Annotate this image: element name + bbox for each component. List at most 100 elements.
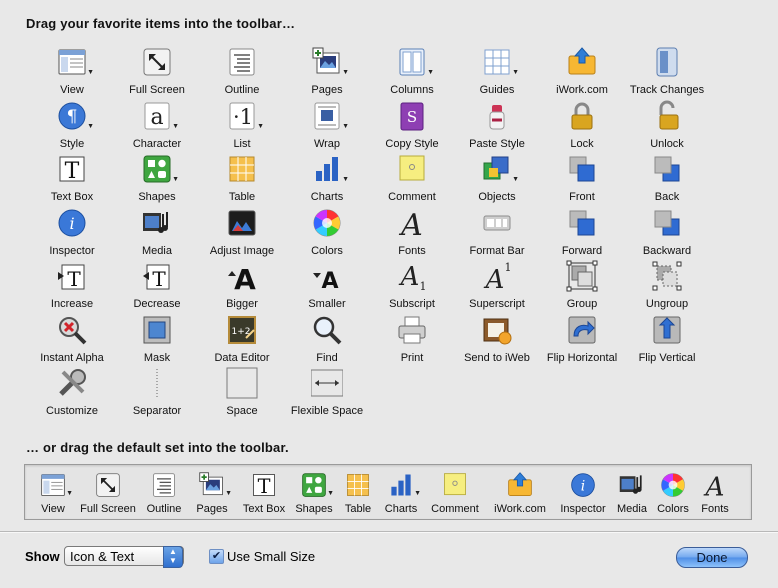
toolbar-item-label: Full Screen bbox=[129, 84, 185, 96]
toolbar-item-label: Objects bbox=[478, 191, 516, 203]
toolbar-item-pages[interactable]: ▼ Pages bbox=[182, 471, 242, 515]
table-icon bbox=[344, 471, 372, 499]
toolbar-item-colors[interactable]: Colors bbox=[285, 207, 369, 259]
default-toolbar-set[interactable]: ▼ View Full Screen Outline ▼ Pages T Text Box ▼ S… bbox=[24, 464, 752, 520]
toolbar-item-group[interactable]: Group bbox=[540, 260, 624, 312]
toolbar-item-format-bar[interactable]: Format Bar bbox=[455, 207, 539, 259]
toolbar-item-list[interactable]: ·1 ▼ List bbox=[200, 100, 284, 152]
done-button[interactable]: Done bbox=[676, 547, 748, 568]
toolbar-item-view[interactable]: ▼ View bbox=[30, 46, 114, 98]
toolbar-item-flexible-space[interactable]: Flexible Space bbox=[285, 367, 369, 419]
toolbar-item-comment[interactable]: Comment bbox=[370, 153, 454, 205]
svg-text:A: A bbox=[398, 208, 423, 239]
toolbar-item-label: Customize bbox=[46, 405, 98, 417]
toolbar-item-decrease[interactable]: T Decrease bbox=[115, 260, 199, 312]
toolbar-item-send-to-iweb[interactable]: Send to iWeb bbox=[455, 314, 539, 366]
toolbar-item-superscript[interactable]: A 1 Superscript bbox=[455, 260, 539, 312]
toolbar-item-charts[interactable]: ▼ Charts bbox=[371, 471, 431, 515]
toolbar-item-track-changes[interactable]: Track Changes bbox=[625, 46, 709, 98]
toolbar-item-subscript[interactable]: A 1 Subscript bbox=[370, 260, 454, 312]
toolbar-item-guides[interactable]: ▼ Guides bbox=[455, 46, 539, 98]
menu-arrow-icon: ▼ bbox=[512, 176, 519, 183]
toolbar-item-paste-style[interactable]: Paste Style bbox=[455, 100, 539, 152]
toolbar-item-label: Wrap bbox=[313, 137, 341, 150]
toolbar-item-iwork-com[interactable]: iWork.com bbox=[490, 471, 550, 515]
toolbar-item-comment[interactable]: Comment bbox=[425, 471, 485, 515]
toolbar-item-smaller[interactable]: A Smaller bbox=[285, 260, 369, 312]
toolbar-item-outline[interactable]: Outline bbox=[200, 46, 284, 98]
colors-icon bbox=[659, 471, 687, 499]
toolbar-item-bigger[interactable]: A Bigger bbox=[200, 260, 284, 312]
shapes-icon: ▼ bbox=[300, 471, 334, 499]
toolbar-item-adjust-image[interactable]: Adjust Image bbox=[200, 207, 284, 259]
toolbar-item-full-screen[interactable]: Full Screen bbox=[115, 46, 199, 98]
toolbar-item-style[interactable]: ¶ ▼ Style bbox=[30, 100, 114, 152]
toolbar-item-print[interactable]: Print bbox=[370, 314, 454, 366]
toolbar-item-label: Instant Alpha bbox=[40, 351, 104, 364]
toolbar-item-objects[interactable]: ▼ Objects bbox=[455, 153, 539, 205]
toolbar-item-pages[interactable]: ▼ Pages bbox=[285, 46, 369, 98]
toolbar-item-text-box[interactable]: T Text Box bbox=[30, 153, 114, 205]
toolbar-item-view[interactable]: ▼ View bbox=[23, 471, 83, 515]
toolbar-item-ungroup[interactable]: Ungroup bbox=[625, 260, 709, 312]
toolbar-item-backward[interactable]: Backward bbox=[625, 207, 709, 259]
toolbar-item-mask[interactable]: Mask bbox=[115, 314, 199, 366]
toolbar-item-label: Flip Horizontal bbox=[546, 351, 618, 364]
use-small-size-label[interactable]: Use Small Size bbox=[227, 549, 315, 564]
toolbar-item-label: View bbox=[60, 84, 84, 96]
toolbar-item-label: Copy Style bbox=[385, 137, 439, 150]
use-small-size-checkbox[interactable]: ✔ bbox=[209, 549, 224, 564]
toolbar-item-columns[interactable]: ▼ Columns bbox=[370, 46, 454, 98]
comment-icon bbox=[441, 471, 469, 499]
divider-highlight bbox=[0, 532, 778, 533]
toolbar-item-label: Pages bbox=[311, 84, 343, 96]
toolbar-item-fonts[interactable]: A Fonts bbox=[685, 471, 745, 516]
toolbar-item-character[interactable]: a ▼ Character bbox=[115, 100, 199, 152]
toolbar-item-data-editor[interactable]: 1+2 Data Editor bbox=[200, 314, 284, 366]
toolbar-item-iwork-com[interactable]: iWork.com bbox=[540, 46, 624, 98]
toolbar-item-forward[interactable]: Forward bbox=[540, 207, 624, 259]
toolbar-item-find[interactable]: Find bbox=[285, 314, 369, 366]
toolbar-item-label: List bbox=[233, 137, 251, 150]
toolbar-item-space[interactable]: Space bbox=[200, 367, 284, 419]
toolbar-item-lock[interactable]: Lock bbox=[540, 100, 624, 152]
menu-arrow-icon: ▼ bbox=[87, 69, 94, 76]
increase-icon: T bbox=[56, 260, 88, 292]
toolbar-item-label: Flexible Space bbox=[290, 405, 364, 417]
toolbar-item-charts[interactable]: ▼ Charts bbox=[285, 153, 369, 205]
toolbar-item-label: Table bbox=[228, 191, 256, 203]
toolbar-item-copy-style[interactable]: S Copy Style bbox=[370, 100, 454, 152]
fonts-icon: A bbox=[701, 471, 729, 500]
table-icon bbox=[226, 153, 258, 185]
toolbar-item-separator[interactable]: Separator bbox=[115, 367, 199, 419]
customize-icon bbox=[56, 367, 88, 399]
toolbar-item-label: Character bbox=[132, 137, 182, 150]
separator-icon bbox=[141, 367, 173, 399]
show-popup[interactable]: Icon & Text ▲ ▼ bbox=[64, 546, 184, 568]
decrease-icon: T bbox=[141, 260, 173, 292]
toolbar-item-table[interactable]: Table bbox=[200, 153, 284, 205]
show-popup-value: Icon & Text bbox=[70, 549, 135, 564]
toolbar-item-front[interactable]: Front bbox=[540, 153, 624, 205]
adjust-image-icon bbox=[226, 207, 258, 239]
toolbar-item-instant-alpha[interactable]: Instant Alpha bbox=[30, 314, 114, 366]
toolbar-item-full-screen[interactable]: Full Screen bbox=[78, 471, 138, 515]
toolbar-item-inspector[interactable]: i Inspector bbox=[30, 207, 114, 259]
toolbar-item-unlock[interactable]: Unlock bbox=[625, 100, 709, 152]
toolbar-item-label: Separator bbox=[132, 405, 182, 417]
toolbar-item-customize[interactable]: Customize bbox=[30, 367, 114, 419]
toolbar-item-media[interactable]: Media bbox=[115, 207, 199, 259]
toolbar-item-increase[interactable]: T Increase bbox=[30, 260, 114, 312]
toolbar-item-fonts[interactable]: A Fonts bbox=[370, 207, 454, 259]
toolbar-item-label: Text Box bbox=[50, 191, 94, 203]
toolbar-item-shapes[interactable]: ▼ Shapes bbox=[115, 153, 199, 205]
toolbar-item-flip-vertical[interactable]: Flip Vertical bbox=[625, 314, 709, 366]
toolbar-item-back[interactable]: Back bbox=[625, 153, 709, 205]
toolbar-item-wrap[interactable]: ▼ Wrap bbox=[285, 100, 369, 152]
toolbar-item-flip-horizontal[interactable]: Flip Horizontal bbox=[540, 314, 624, 366]
toolbar-item-label: Inspector bbox=[49, 244, 95, 257]
ungroup-icon bbox=[651, 260, 683, 292]
flexible-space-icon bbox=[311, 367, 343, 399]
toolbar-item-label: Charts bbox=[384, 503, 418, 515]
svg-text:i: i bbox=[581, 478, 585, 494]
